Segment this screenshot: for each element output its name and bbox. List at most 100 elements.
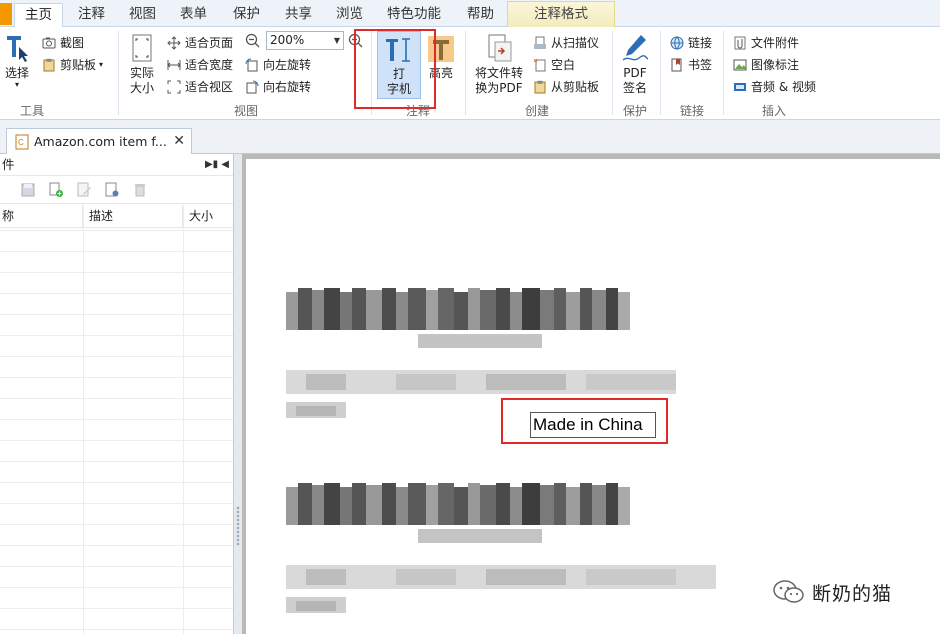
- link-button[interactable]: 链接: [670, 34, 712, 51]
- rotate-left-button[interactable]: 向左旋转: [245, 56, 311, 73]
- attachments-list: [0, 230, 233, 634]
- panel-header: 件 ▶▮ ◀: [0, 154, 233, 176]
- chevron-down-icon: ▾: [99, 60, 104, 69]
- scanner-icon: [534, 36, 546, 49]
- svg-text:C: C: [18, 138, 24, 147]
- menu-home[interactable]: 主页: [14, 3, 63, 28]
- select-text-icon: [7, 36, 28, 62]
- screenshot-button[interactable]: 截图: [42, 34, 84, 51]
- menu-help[interactable]: 帮助: [467, 3, 494, 27]
- menu-comment[interactable]: 注释: [78, 3, 105, 27]
- blurred-content-2: [286, 483, 716, 613]
- convert-to-pdf-button[interactable]: 将文件转 换为PDF: [472, 33, 526, 96]
- menu-comment-format[interactable]: 注释格式: [507, 1, 615, 27]
- fit-width-icon: [167, 59, 181, 70]
- fit-page-icon: [167, 35, 181, 50]
- pen-sign-icon: [622, 35, 649, 61]
- camera-icon: [42, 37, 56, 48]
- clipboard-button[interactable]: 剪贴板 ▾: [42, 56, 103, 73]
- panel-controls[interactable]: ▶▮ ◀: [205, 154, 229, 176]
- audio-video-button[interactable]: 音频 & 视频: [733, 78, 816, 95]
- blank-page-icon: [533, 58, 546, 71]
- zoom-input[interactable]: 200% ▼: [266, 31, 344, 50]
- actual-size-button[interactable]: 实际 大小: [124, 33, 160, 96]
- group-separator: [612, 31, 613, 115]
- blank-page-button[interactable]: 空白: [533, 56, 575, 73]
- file-settings-icon[interactable]: [104, 182, 120, 198]
- page-icon: [132, 34, 152, 62]
- links-group-label: 链接: [680, 104, 705, 118]
- menu-browse[interactable]: 浏览: [336, 3, 363, 27]
- fit-view-button[interactable]: 适合视区: [167, 78, 233, 95]
- select-button[interactable]: 选择 ▾: [3, 33, 31, 89]
- rotate-right-button[interactable]: 向右旋转: [245, 78, 311, 95]
- watermark-text: 断奶的猫: [812, 582, 893, 605]
- pdf-file-icon: C: [15, 134, 29, 149]
- convert-file-icon: [488, 34, 512, 62]
- group-separator: [465, 31, 466, 115]
- paperclip-icon: [734, 36, 746, 49]
- panel-title: 件: [2, 157, 15, 172]
- image-icon: [733, 59, 747, 70]
- pdf-sign-button[interactable]: PDF 签名: [616, 33, 654, 96]
- splitter-grip[interactable]: [236, 506, 240, 546]
- fit-page-button[interactable]: 适合页面: [167, 34, 233, 51]
- clipboard-icon: [534, 80, 546, 93]
- menu-form[interactable]: 表单: [180, 3, 207, 27]
- menu-bar: 主页 注释 视图 表单 保护 共享 浏览 特色功能 帮助 注释格式: [0, 0, 940, 28]
- panel-splitter[interactable]: [234, 154, 242, 634]
- close-icon[interactable]: ✕: [173, 133, 185, 149]
- ribbon: 选择 ▾ 工具 截图 剪贴板 ▾ 实际 大小 适合页面 适合宽度 适合视区 20…: [0, 27, 940, 120]
- fit-view-icon: [167, 80, 181, 93]
- create-group-label: 创建: [525, 104, 550, 118]
- column-description[interactable]: 描述: [83, 204, 183, 227]
- view-group-label: 视图: [234, 104, 259, 118]
- group-separator: [723, 31, 724, 115]
- save-icon[interactable]: [20, 182, 36, 198]
- document-tab[interactable]: C Amazon.com item f... ✕: [6, 128, 192, 154]
- column-divider: [83, 206, 84, 634]
- panel-toolbar: [0, 176, 233, 204]
- from-clipboard-button[interactable]: 从剪贴板: [533, 78, 599, 95]
- tools-group-label: 工具: [20, 104, 45, 118]
- rotate-left-icon: [245, 58, 258, 71]
- from-scanner-button[interactable]: 从扫描仪: [533, 34, 599, 51]
- watermark: 断奶的猫: [772, 578, 892, 606]
- document-view: Made in China: [242, 154, 940, 634]
- typewriter-highlight-box: [354, 29, 436, 109]
- file-menu-tab[interactable]: [0, 3, 12, 25]
- protect-group-label: 保护: [623, 104, 648, 118]
- pdf-page[interactable]: Made in China: [246, 159, 940, 634]
- edit-file-icon[interactable]: [76, 182, 92, 198]
- zoom-out-icon[interactable]: [245, 33, 261, 49]
- wechat-icon: [773, 580, 804, 603]
- image-annotation-button[interactable]: 图像标注: [733, 56, 799, 73]
- menu-share[interactable]: 共享: [285, 3, 312, 27]
- film-icon: [734, 82, 746, 91]
- menu-protect[interactable]: 保护: [233, 3, 260, 27]
- text-annotation-highlight-box: [501, 398, 668, 444]
- bookmark-button[interactable]: 书签: [670, 56, 712, 73]
- chevron-down-icon[interactable]: ▼: [331, 32, 343, 49]
- group-separator: [118, 31, 119, 115]
- column-size[interactable]: 大小: [183, 204, 233, 227]
- insert-group-label: 插入: [762, 104, 787, 118]
- open-icon[interactable]: [0, 182, 8, 198]
- column-divider: [183, 206, 184, 634]
- column-name[interactable]: 称: [0, 204, 83, 227]
- group-separator: [660, 31, 661, 115]
- file-attachment-button[interactable]: 文件附件: [733, 34, 799, 51]
- fit-width-button[interactable]: 适合宽度: [167, 56, 233, 73]
- menu-view[interactable]: 视图: [129, 3, 156, 27]
- bookmark-icon: [671, 58, 682, 71]
- attachments-panel: 件 ▶▮ ◀ 称 描述 大小: [0, 154, 234, 634]
- rotate-right-icon: [246, 80, 259, 93]
- add-file-icon[interactable]: [48, 182, 64, 198]
- clipboard-icon: [43, 58, 55, 71]
- document-tab-strip: C Amazon.com item f... ✕: [0, 120, 940, 154]
- attachments-table-header: 称 描述 大小: [0, 204, 233, 228]
- annotate-group-label: 注释: [406, 104, 431, 118]
- document-tab-title: Amazon.com item f...: [34, 134, 167, 149]
- trash-icon[interactable]: [132, 182, 148, 198]
- menu-features[interactable]: 特色功能: [387, 3, 441, 27]
